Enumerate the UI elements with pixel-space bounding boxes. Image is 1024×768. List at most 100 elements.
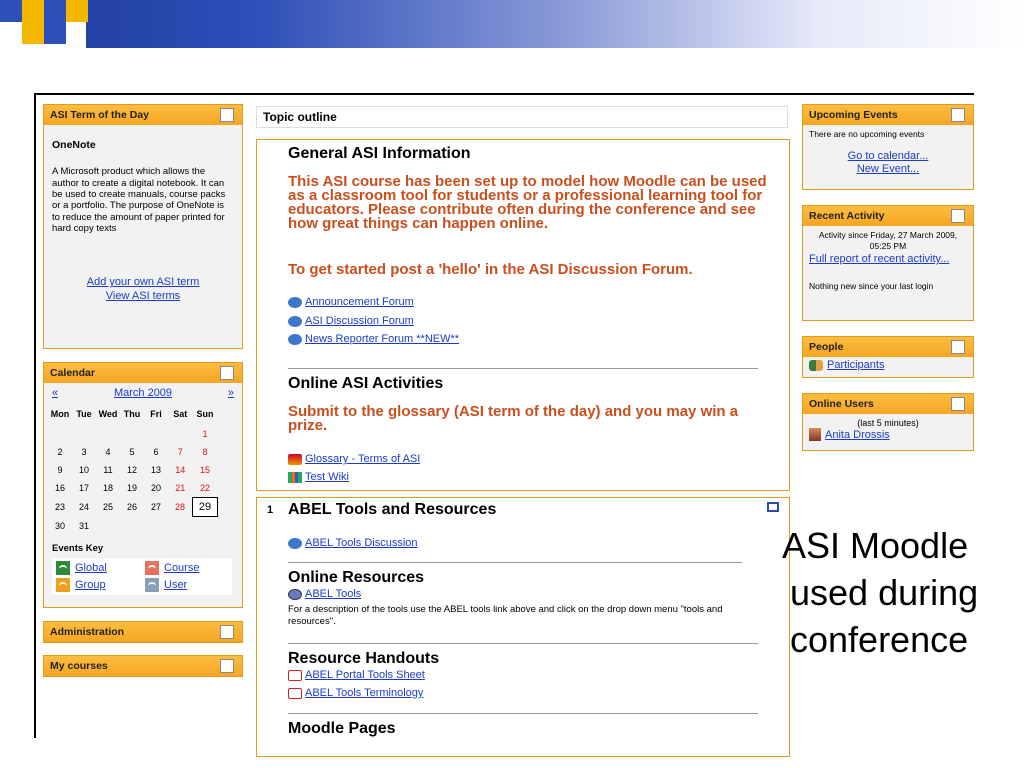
decor-square-blue [0, 0, 22, 22]
block-title: People [809, 341, 844, 353]
block-header: Online Users [803, 394, 973, 414]
calendar-day: 22 [199, 483, 210, 493]
abel-tools-discussion-link[interactable]: ABEL Tools Discussion [305, 537, 418, 549]
block-title: Administration [50, 626, 125, 638]
prev-month-link[interactable]: « [52, 387, 58, 399]
collapse-toggle-icon[interactable] [951, 397, 965, 411]
collapse-toggle-icon[interactable] [951, 209, 965, 223]
forum-icon [288, 315, 302, 327]
collapse-toggle-icon[interactable] [220, 108, 234, 122]
view-asi-terms-link[interactable]: View ASI terms [52, 290, 234, 303]
global-event-icon [56, 561, 70, 575]
calendar-day: 5 [129, 447, 135, 457]
calendar-day: 12 [126, 465, 137, 475]
caption-line: ASI Moodle [782, 525, 969, 566]
events-key: Global Course Group User [52, 558, 232, 595]
moodle-pages-heading: Moodle Pages [288, 720, 396, 737]
calendar-day [96, 517, 120, 536]
block-header: Upcoming Events [803, 105, 973, 125]
calendar-day [120, 517, 144, 536]
term-name: OneNote [52, 139, 96, 151]
forum-icon [288, 296, 302, 308]
weekday-header: Fri [150, 409, 162, 419]
calendar-day: 15 [199, 465, 210, 475]
collapse-toggle-icon[interactable] [220, 659, 234, 673]
term-definition: A Microsoft product which allows the aut… [52, 166, 226, 235]
asi-discussion-forum-link[interactable]: ASI Discussion Forum [305, 315, 414, 327]
section-number: 1 [267, 504, 274, 516]
no-events-text: There are no upcoming events [809, 129, 925, 139]
calendar-day: 1 [202, 429, 208, 439]
recent-activity-block: Recent Activity Activity since Friday, 2… [802, 205, 974, 321]
events-key-user-link[interactable]: User [164, 579, 187, 591]
forum-icon [288, 537, 302, 549]
abel-tools-terminology-link[interactable]: ABEL Tools Terminology [305, 687, 423, 699]
weekday-header: Thu [123, 409, 141, 419]
nothing-new-text: Nothing new since your last login [809, 281, 934, 291]
participants-link[interactable]: Participants [827, 359, 884, 371]
calendar-day: 8 [202, 447, 208, 457]
online-resources-heading: Online Resources [288, 569, 425, 586]
weekday-header: Sat [173, 409, 188, 419]
test-wiki-link[interactable]: Test Wiki [305, 471, 349, 483]
add-asi-term-link[interactable]: Add your own ASI term [52, 276, 234, 289]
glossary-link[interactable]: Glossary - Terms of ASI [305, 453, 420, 465]
glossary-prize-text: Submit to the glossary (ASI term of the … [288, 403, 739, 434]
online-user-link[interactable]: Anita Drossis [825, 429, 890, 441]
events-key-title: Events Key [52, 543, 104, 554]
online-users-block: Online Users (last 5 minutes) Anita Dros… [802, 393, 974, 451]
getting-started-text: To get started post a 'hello' in the ASI… [288, 261, 693, 278]
block-header: ASI Term of the Day [44, 105, 242, 125]
calendar-day-today[interactable]: 29 [192, 497, 218, 517]
weekday-header: Sun [196, 409, 214, 419]
title-gradient-band [0, 0, 1024, 48]
decor-square-blue [44, 0, 66, 22]
activity-since-text: Activity since Friday, 27 March 2009, 05… [818, 230, 958, 251]
calendar-day: 17 [78, 483, 89, 494]
collapse-toggle-icon[interactable] [220, 625, 234, 639]
new-event-link[interactable]: New Event... [809, 163, 967, 176]
calendar-grid: Mon Tue Wed Thu Fri Sat Sun 1 2 3 4 5 6 … [48, 403, 218, 535]
events-key-global-link[interactable]: Global [75, 562, 107, 574]
calendar-day [144, 425, 168, 443]
events-key-course-link[interactable]: Course [164, 562, 199, 574]
web-link-icon [288, 588, 302, 600]
block-title: Online Users [809, 398, 874, 410]
next-month-link[interactable]: » [228, 387, 234, 399]
events-key-group-link[interactable]: Group [75, 579, 106, 591]
collapse-toggle-icon[interactable] [951, 108, 965, 122]
announcement-forum-link[interactable]: Announcement Forum [305, 296, 414, 308]
calendar-day: 31 [78, 520, 89, 531]
section-divider [288, 562, 742, 563]
wiki-icon [288, 471, 302, 483]
calendar-day: 7 [177, 447, 183, 457]
section-heading: ABEL Tools and Resources [288, 501, 497, 518]
section-toggle-icon[interactable] [767, 502, 779, 512]
calendar-day: 14 [175, 465, 186, 475]
month-link[interactable]: March 2009 [114, 387, 172, 399]
full-report-link[interactable]: Full report of recent activity... [809, 253, 967, 267]
calendar-day: 30 [54, 520, 65, 531]
calendar-day: 20 [150, 483, 161, 494]
weekday-header: Wed [98, 409, 118, 419]
collapse-toggle-icon[interactable] [220, 366, 234, 380]
section-divider [288, 713, 758, 714]
pdf-icon [288, 687, 302, 699]
calendar-day: 23 [54, 502, 65, 512]
weekday-header: Tue [76, 409, 92, 419]
calendar-day: 21 [175, 483, 186, 494]
section-divider [288, 368, 758, 369]
go-to-calendar-link[interactable]: Go to calendar... [809, 150, 967, 163]
abel-tools-link[interactable]: ABEL Tools [305, 588, 361, 600]
activities-heading: Online ASI Activities [288, 375, 444, 392]
participants-icon [809, 359, 823, 371]
news-reporter-forum-link[interactable]: News Reporter Forum **NEW** [305, 333, 459, 345]
abel-portal-tools-sheet-link[interactable]: ABEL Portal Tools Sheet [305, 669, 425, 681]
collapse-toggle-icon[interactable] [951, 340, 965, 354]
calendar-day: 6 [153, 447, 159, 457]
calendar-day: 10 [78, 465, 89, 475]
section-heading: General ASI Information [288, 145, 471, 162]
user-avatar [809, 428, 821, 441]
decor-square-yellow [22, 0, 44, 22]
topic-outline-header: Topic outline [256, 106, 788, 128]
